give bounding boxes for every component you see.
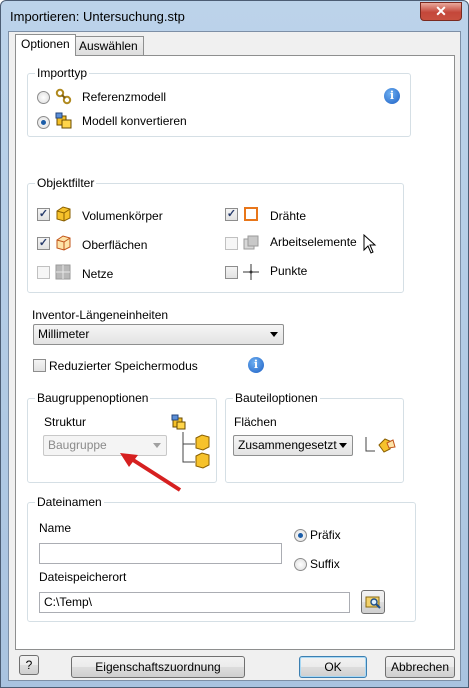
name-label: Name — [39, 521, 72, 535]
mouse-cursor-icon — [363, 233, 377, 257]
units-label: Inventor-Längeneinheiten — [32, 308, 169, 322]
help-icon: ? — [25, 658, 33, 672]
dateinamen-group: Dateinamen Name Präfix Suffix Dateispeic… — [27, 495, 416, 622]
dateispeicherort-label: Dateispeicherort — [39, 570, 127, 584]
praefix-label: Präfix — [310, 528, 341, 542]
suffix-label: Suffix — [310, 557, 340, 571]
reference-link-icon — [55, 88, 73, 109]
flaechen-value: Zusammengesetzt — [238, 438, 337, 452]
checkbox-punkte[interactable] — [225, 266, 238, 279]
importtyp-legend: Importtyp — [35, 66, 90, 80]
checkbox-arbeitselemente[interactable] — [225, 237, 238, 250]
dialog-client-area: Optionen Auswählen Importtyp Referenzmod… — [8, 31, 461, 681]
ok-button[interactable]: OK — [299, 656, 367, 678]
importtyp-group: Importtyp Referenzmodell Modell konverti… — [27, 66, 411, 137]
window-title: Importieren: Untersuchung.stp — [10, 9, 185, 24]
flaechen-label: Flächen — [234, 415, 277, 429]
options-panel: Importtyp Referenzmodell Modell konverti… — [15, 55, 455, 650]
checkbox-netze[interactable] — [37, 266, 50, 279]
folder-search-icon — [365, 594, 381, 616]
eigenschaftszuordnung-button[interactable]: Eigenschaftszuordnung — [71, 656, 245, 678]
point-icon — [242, 263, 260, 284]
browse-folder-button[interactable] — [361, 590, 385, 614]
import-dialog: Importieren: Untersuchung.stp ✕ Optionen… — [0, 0, 469, 688]
objektfilter-legend: Objektfilter — [35, 176, 97, 190]
flaechen-dropdown[interactable]: Zusammengesetzt — [233, 435, 353, 456]
struktur-value: Baugruppe — [48, 438, 107, 452]
punkte-label: Punkte — [270, 264, 308, 278]
referenzmodell-label: Referenzmodell — [82, 90, 167, 104]
checkbox-draehte[interactable]: ✓ — [225, 208, 238, 221]
netze-label: Netze — [82, 267, 114, 281]
draehte-label: Drähte — [270, 209, 307, 223]
solid-body-icon — [54, 205, 72, 226]
composite-surface-icon — [363, 435, 397, 460]
radio-suffix[interactable] — [294, 558, 307, 571]
title-bar[interactable]: Importieren: Untersuchung.stp ✕ — [1, 1, 468, 31]
annotation-arrow-icon — [116, 452, 186, 499]
bauteiloptionen-group: Bauteiloptionen Flächen Zusammengesetzt — [225, 391, 404, 483]
checkbox-volumenkoerper[interactable]: ✓ — [37, 208, 50, 221]
reduzierter-speichermodus-label: Reduzierter Speichermodus — [49, 359, 198, 373]
tab-optionen[interactable]: Optionen — [15, 34, 76, 56]
convert-model-icon — [55, 112, 73, 133]
checkbox-oberflaechen[interactable]: ✓ — [37, 237, 50, 250]
volumenkoerper-label: Volumenkörper — [82, 209, 163, 223]
chevron-down-icon — [339, 443, 347, 448]
units-dropdown[interactable]: Millimeter — [33, 324, 284, 345]
tab-auswaehlen[interactable]: Auswählen — [73, 36, 144, 56]
baugruppenoptionen-legend: Baugruppenoptionen — [35, 391, 151, 405]
radio-praefix[interactable] — [294, 529, 307, 542]
struktur-label: Struktur — [44, 415, 87, 429]
chevron-down-icon — [270, 332, 278, 337]
dateispeicherort-field[interactable]: C:\Temp\ — [39, 592, 350, 613]
baugruppenoptionen-group: Baugruppenoptionen Struktur Baugruppe — [27, 391, 217, 492]
chevron-down-icon — [153, 443, 161, 448]
radio-referenzmodell[interactable] — [37, 91, 50, 104]
arbeitselemente-label: Arbeitselemente — [270, 235, 357, 249]
bauteiloptionen-legend: Bauteiloptionen — [233, 391, 320, 405]
close-button[interactable]: ✕ — [420, 2, 462, 21]
units-value: Millimeter — [38, 327, 90, 341]
wire-icon — [242, 205, 260, 226]
oberflaechen-label: Oberflächen — [82, 238, 148, 252]
radio-modell-konvertieren[interactable] — [37, 116, 50, 129]
memory-info-icon[interactable]: i — [248, 357, 264, 373]
objektfilter-group: Objektfilter ✓ Volumenkörper ✓ Oberfläch… — [27, 176, 404, 293]
cancel-button[interactable]: Abbrechen — [385, 656, 455, 678]
mesh-icon — [54, 263, 72, 284]
help-button[interactable]: ? — [19, 655, 39, 675]
work-feature-icon — [242, 234, 260, 255]
modell-konvertieren-label: Modell konvertieren — [82, 114, 187, 128]
checkbox-reduzierter-speichermodus[interactable] — [33, 359, 46, 372]
info-icon[interactable]: i — [384, 88, 400, 104]
surface-icon — [54, 234, 72, 255]
name-field[interactable] — [39, 543, 282, 564]
dateinamen-legend: Dateinamen — [35, 495, 104, 509]
